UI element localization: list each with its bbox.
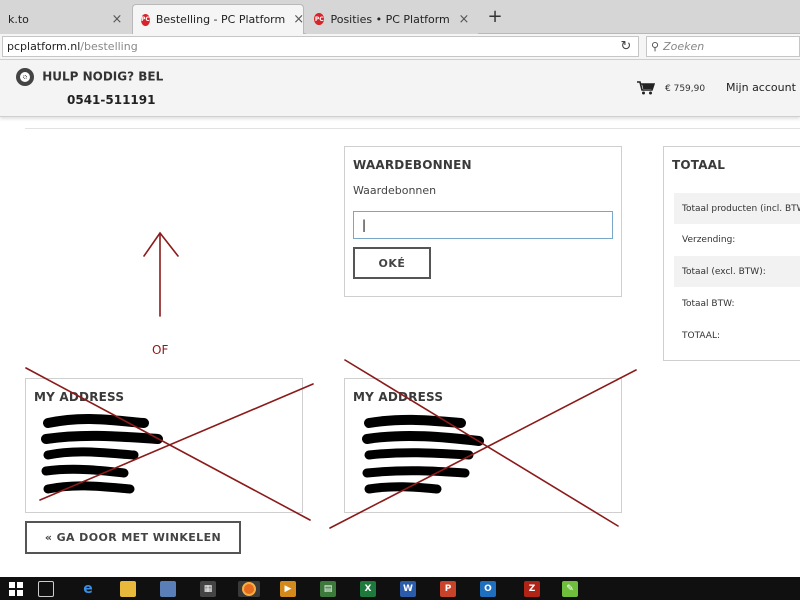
search-placeholder: Zoeken xyxy=(663,40,705,53)
reload-icon[interactable]: ↻ xyxy=(618,38,634,55)
pc-platform-favicon-icon: PC xyxy=(141,13,150,26)
totals-row-total: TOTAAL: xyxy=(682,330,720,341)
totals-panel: TOTAAL Totaal producten (incl. BTW Verze… xyxy=(663,146,800,361)
taskbar: e ▦ ▶ ▤ X W P O Z ✎ xyxy=(0,577,800,600)
my-account-link[interactable]: Mijn account xyxy=(726,81,796,94)
voucher-panel: WAARDEBONNEN Waardebonnen OKÉ xyxy=(344,146,622,297)
task-view-icon[interactable] xyxy=(38,581,54,597)
search-icon: ⚲ xyxy=(651,40,660,53)
lifebuoy-icon xyxy=(16,68,34,86)
totals-row-excl-vat: Totaal (excl. BTW): xyxy=(674,256,800,287)
store-icon[interactable]: ▦ xyxy=(200,581,216,597)
word-icon[interactable]: W xyxy=(400,581,416,597)
voucher-ok-button[interactable]: OKÉ xyxy=(353,247,431,279)
media-icon[interactable]: ▶ xyxy=(280,581,296,597)
tab-bestelling[interactable]: PC Bestelling - PC Platform × xyxy=(132,4,304,34)
new-tab-button[interactable]: + xyxy=(484,6,506,28)
totals-row-shipping: Verzending: xyxy=(682,234,736,245)
calculator-icon[interactable]: ▤ xyxy=(320,581,336,597)
continue-shopping-button[interactable]: « GA DOOR MET WINKELEN xyxy=(25,521,241,554)
tab-close-icon[interactable]: × xyxy=(293,12,303,27)
windows-icon[interactable] xyxy=(8,581,24,597)
browser-nav-bar: pcplatform.nl/bestelling ↻ ⚲ Zoeken xyxy=(0,34,800,60)
network-icon[interactable] xyxy=(160,581,176,597)
site-header: HULP NODIG? BEL 0541-511191 € 759,90 Mij… xyxy=(0,60,800,117)
tab-close-icon[interactable]: × xyxy=(458,12,470,27)
tab-title: Bestelling - PC Platform xyxy=(155,13,286,26)
redaction-scribble xyxy=(41,413,163,494)
content-divider xyxy=(25,128,800,129)
excel-icon[interactable]: X xyxy=(360,581,376,597)
filezilla-icon[interactable]: Z xyxy=(524,581,540,597)
tab-title: k.to xyxy=(8,12,29,26)
url-path: /bestelling xyxy=(80,40,138,53)
browser-tab-bar: k.to × PC Bestelling - PC Platform × PC … xyxy=(0,0,800,34)
totals-row-vat: Totaal BTW: xyxy=(682,298,735,309)
phone-number[interactable]: 0541-511191 xyxy=(67,93,155,107)
notepad-icon[interactable]: ✎ xyxy=(562,581,578,597)
totals-title: TOTAAL xyxy=(672,158,726,172)
powerpoint-icon[interactable]: P xyxy=(440,581,456,597)
url-host: pcplatform.nl xyxy=(7,40,81,53)
url-bar[interactable]: pcplatform.nl/bestelling ↻ xyxy=(2,36,639,57)
firefox-icon[interactable] xyxy=(238,581,260,597)
tab-title: Posities • PC Platform xyxy=(330,12,450,26)
tab-posities[interactable]: PC Posities • PC Platform × xyxy=(306,4,478,34)
tab-ktoo[interactable]: k.to × xyxy=(0,4,132,34)
address-panel-right: MY ADDRESS xyxy=(344,378,622,513)
voucher-label: Waardebonnen xyxy=(353,184,437,197)
address-panel-left: MY ADDRESS xyxy=(25,378,303,513)
outlook-icon[interactable]: O xyxy=(480,581,496,597)
help-text: HULP NODIG? BEL xyxy=(42,69,164,84)
redaction-scribble xyxy=(362,414,484,494)
totals-row-products: Totaal producten (incl. BTW xyxy=(674,193,800,224)
cart-amount[interactable]: € 759,90 xyxy=(665,84,705,94)
file-explorer-icon[interactable] xyxy=(120,581,136,597)
voucher-input[interactable] xyxy=(353,211,613,239)
or-annotation: OF xyxy=(152,343,169,357)
help-line: HULP NODIG? BEL xyxy=(16,68,163,86)
tab-close-icon[interactable]: × xyxy=(110,12,124,27)
edge-icon[interactable]: e xyxy=(80,581,96,597)
voucher-title: WAARDEBONNEN xyxy=(353,158,472,172)
arrow-head xyxy=(143,231,179,257)
shopping-cart-icon[interactable] xyxy=(637,81,655,95)
pc-platform-favicon-icon: PC xyxy=(314,13,325,25)
search-input[interactable]: ⚲ Zoeken xyxy=(646,36,800,57)
